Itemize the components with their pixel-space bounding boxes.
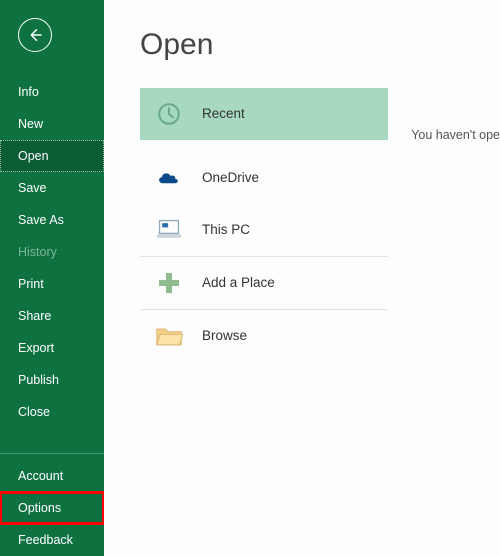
sidebar-item-label: Publish bbox=[18, 373, 59, 387]
sidebar-spacer bbox=[0, 428, 104, 447]
sidebar-item-label: New bbox=[18, 117, 43, 131]
sidebar-item-label: Options bbox=[18, 501, 61, 515]
source-item-label: OneDrive bbox=[202, 170, 259, 185]
sidebar-item-feedback[interactable]: Feedback bbox=[0, 524, 104, 556]
sidebar-item-share[interactable]: Share bbox=[0, 300, 104, 332]
sidebar-item-label: History bbox=[18, 245, 57, 259]
sidebar-item-info[interactable]: Info bbox=[0, 76, 104, 108]
sidebar-item-label: Feedback bbox=[18, 533, 73, 547]
back-arrow-icon bbox=[26, 26, 44, 44]
sidebar-separator bbox=[0, 453, 104, 454]
sidebar-item-label: Export bbox=[18, 341, 54, 355]
page-title: Open bbox=[140, 28, 500, 62]
source-item-label: Browse bbox=[202, 328, 247, 343]
sidebar-item-label: Save As bbox=[18, 213, 64, 227]
spacer bbox=[140, 140, 388, 152]
sidebar-item-label: Info bbox=[18, 85, 39, 99]
cloud-icon bbox=[154, 163, 184, 193]
source-item-label: Recent bbox=[202, 106, 245, 121]
sidebar-item-open[interactable]: Open bbox=[0, 140, 104, 172]
computer-icon bbox=[154, 215, 184, 245]
sidebar-item-export[interactable]: Export bbox=[0, 332, 104, 364]
sidebar-item-history[interactable]: History bbox=[0, 236, 104, 268]
folder-icon bbox=[154, 321, 184, 351]
source-item-recent[interactable]: Recent bbox=[140, 88, 388, 140]
sidebar-item-label: Save bbox=[18, 181, 47, 195]
sidebar-item-save-as[interactable]: Save As bbox=[0, 204, 104, 236]
source-item-this-pc[interactable]: This PC bbox=[140, 204, 388, 256]
sidebar-item-options[interactable]: Options bbox=[0, 492, 104, 524]
recent-icon bbox=[154, 99, 184, 129]
source-item-browse[interactable]: Browse bbox=[140, 310, 388, 362]
sidebar-item-label: Close bbox=[18, 405, 50, 419]
main-panel: Open Recent OneDrive bbox=[104, 0, 500, 556]
sidebar-item-label: Print bbox=[18, 277, 44, 291]
sidebar: Info New Open Save Save As History Print… bbox=[0, 0, 104, 556]
sidebar-menu: Info New Open Save Save As History Print… bbox=[0, 76, 104, 428]
back-button[interactable] bbox=[18, 18, 52, 52]
sidebar-item-new[interactable]: New bbox=[0, 108, 104, 140]
sidebar-item-print[interactable]: Print bbox=[0, 268, 104, 300]
recent-empty-text: You haven't ope bbox=[411, 128, 500, 142]
sidebar-item-publish[interactable]: Publish bbox=[0, 364, 104, 396]
source-item-label: This PC bbox=[202, 222, 250, 237]
sidebar-item-account[interactable]: Account bbox=[0, 460, 104, 492]
sidebar-item-save[interactable]: Save bbox=[0, 172, 104, 204]
sidebar-item-close[interactable]: Close bbox=[0, 396, 104, 428]
source-item-label: Add a Place bbox=[202, 275, 275, 290]
source-item-onedrive[interactable]: OneDrive bbox=[140, 152, 388, 204]
source-item-add-place[interactable]: Add a Place bbox=[140, 257, 388, 309]
open-source-list: Recent OneDrive bbox=[140, 88, 388, 362]
sidebar-item-label: Share bbox=[18, 309, 51, 323]
file-backstage: Info New Open Save Save As History Print… bbox=[0, 0, 500, 556]
sidebar-item-label: Open bbox=[18, 149, 49, 163]
sidebar-item-label: Account bbox=[18, 469, 63, 483]
plus-icon bbox=[154, 268, 184, 298]
